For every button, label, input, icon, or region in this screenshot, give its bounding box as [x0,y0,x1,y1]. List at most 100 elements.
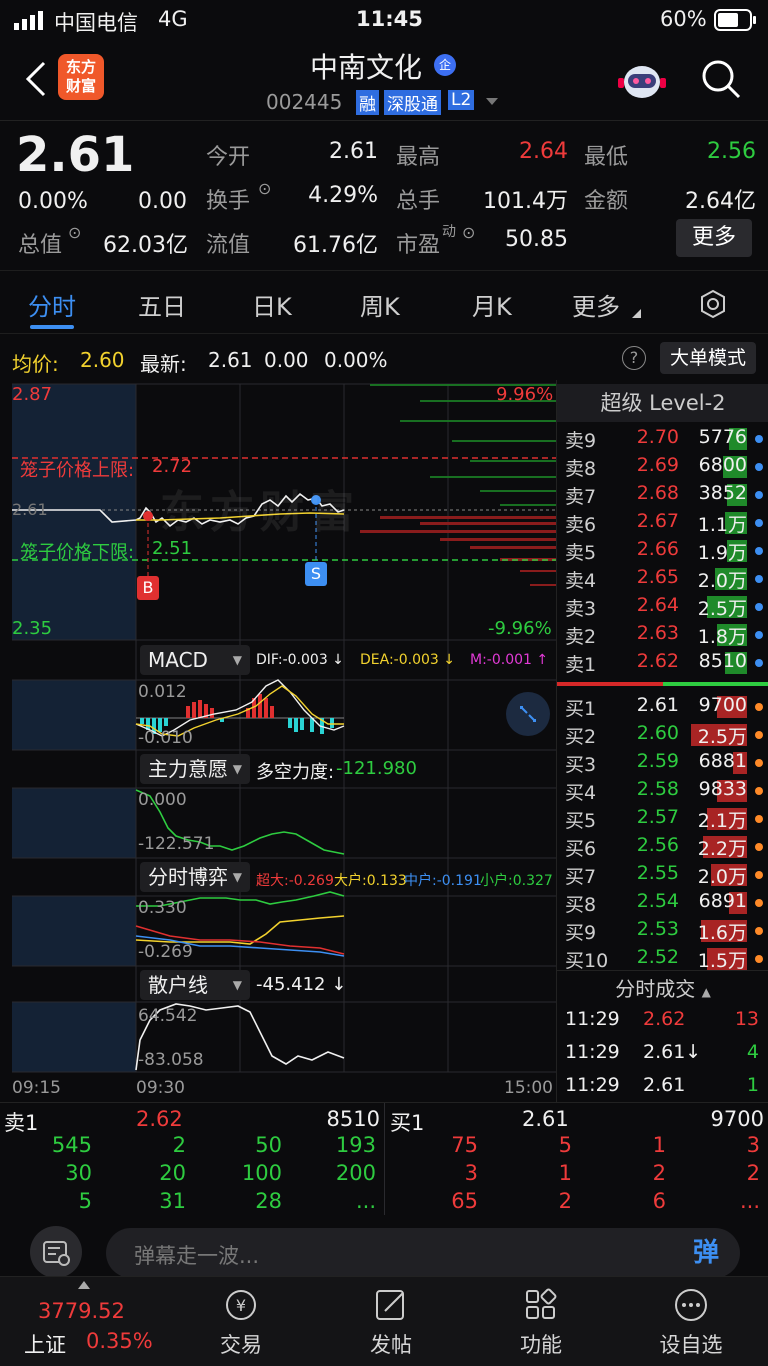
ask-dot [755,575,763,583]
tab-daily-k[interactable]: 日K [252,287,292,322]
bid-level: 买7 [565,866,597,888]
danmu-input[interactable]: 弹幕走一波... 弹 [106,1228,740,1278]
ask-row[interactable]: 卖6 2.67 1.1万 [557,508,768,536]
danmu-toggle-button[interactable]: 弹 [678,1232,734,1274]
game-selector[interactable]: 分时博弈 ▼ [140,862,250,892]
ask-row[interactable]: 卖4 2.65 2.0万 [557,564,768,592]
trade-volume: 13 [734,1008,759,1030]
big-order-mode-button[interactable]: 大单模式 [660,342,756,374]
bid-queue-cell: 2 [652,1161,666,1185]
ask-row[interactable]: 卖1 2.62 8510 [557,648,768,676]
ask-row[interactable]: 卖8 2.69 6800 [557,452,768,480]
add-watchlist-tab[interactable]: 设自选 [636,1287,746,1359]
bid-row[interactable]: 买8 2.54 6891 [557,888,768,916]
tab-more[interactable]: 更多 [572,287,620,322]
ask-level: 卖6 [565,514,597,536]
ask-row[interactable]: 卖7 2.68 3852 [557,480,768,508]
trades-header[interactable]: 分时成交 ▲ [557,970,768,1006]
lower-limit-value: 2.51 [152,538,193,559]
macd-m: M:-0.001 ↑ [470,652,549,668]
battery-percent: 60% [660,7,707,31]
bid-row[interactable]: 买7 2.55 2.0万 [557,860,768,888]
bid-dot [755,703,763,711]
ask-row[interactable]: 卖2 2.63 1.8万 [557,620,768,648]
bid-volume: 1.5万 [697,950,747,972]
lower-limit-label: 笼子价格下限: [20,542,135,563]
index-name[interactable]: 上证 [24,1329,66,1359]
upper-limit-value: 2.72 [152,456,193,477]
trade-time: 11:29 [565,1041,620,1063]
features-tab[interactable]: 功能 [486,1287,596,1359]
bid-row[interactable]: 买10 2.52 1.5万 [557,944,768,972]
macd-selector[interactable]: MACD ▼ [140,645,250,675]
retail-top: 64.542 [138,1006,198,1026]
ask-row[interactable]: 卖9 2.70 5776 [557,424,768,452]
ask-volume: 1.8万 [697,626,747,648]
bid-level: 买10 [565,950,609,972]
tab-five-day[interactable]: 五日 [138,287,186,322]
app-logo[interactable]: 东方 财富 [58,54,104,100]
post-tab[interactable]: 发帖 [336,1287,446,1359]
index-pct[interactable]: 0.35% [86,1329,153,1353]
trade-icon: ¥ [226,1290,256,1320]
long-short-value: -121.980 [336,758,417,779]
ask1-price: 2.62 [136,1107,183,1131]
bid-volume: 2.0万 [697,866,747,888]
info-icon[interactable]: ⊙ [68,223,81,242]
game-top: 0.330 [138,898,187,918]
bid-row[interactable]: 买5 2.57 2.1万 [557,804,768,832]
trade-volume: 4 [746,1041,759,1063]
gear-icon[interactable] [698,289,728,319]
bid-price: 2.58 [636,778,679,800]
bid-row[interactable]: 买9 2.53 1.6万 [557,916,768,944]
collapse-arrow-icon[interactable] [78,1281,90,1289]
info-icon[interactable]: ⊙ [258,179,271,198]
more-button[interactable]: 更多 [676,219,752,257]
tab-intraday[interactable]: 分时 [28,287,76,322]
level2-title[interactable]: 超级 Level-2 [557,384,768,422]
ask-price: 2.68 [636,482,679,504]
clock: 11:45 [356,7,423,31]
expand-icon[interactable] [506,692,550,736]
ask-row[interactable]: 卖3 2.64 2.5万 [557,592,768,620]
tab-weekly-k[interactable]: 周K [360,287,400,322]
ask-price: 2.65 [636,566,679,588]
tab-monthly-k[interactable]: 月K [472,287,512,322]
bid-row[interactable]: 买2 2.60 2.5万 [557,720,768,748]
back-icon[interactable] [24,60,48,98]
bid-row[interactable]: 买1 2.61 9700 [557,692,768,720]
bid-queue-cell: ... [739,1189,760,1213]
ask-queue-cell: 545 [51,1133,92,1157]
change-amount: 0.00 [138,189,187,214]
bid-row[interactable]: 买6 2.56 2.2万 [557,832,768,860]
index-value[interactable]: 3779.52 [38,1299,125,1323]
trade-price: 2.62 [643,1008,686,1030]
sell-marker[interactable]: S [305,562,327,586]
chevron-down-icon[interactable] [486,98,498,106]
main-force-selector[interactable]: 主力意愿 ▼ [140,754,250,784]
danmu-settings-icon[interactable] [30,1226,82,1278]
trade-tab[interactable]: ¥ 交易 [186,1287,296,1359]
ask-bid-divider-red [557,682,663,686]
bid1-price: 2.61 [522,1107,569,1131]
buy-marker[interactable]: B [137,576,159,600]
bid-row[interactable]: 买3 2.59 6881 [557,748,768,776]
status-bar: 中国电信 4G 11:45 60% [0,0,768,40]
search-icon[interactable] [700,58,742,100]
bid-row[interactable]: 买4 2.58 9833 [557,776,768,804]
ask-dot [755,519,763,527]
ask-level: 卖5 [565,542,597,564]
retail-line-selector[interactable]: 散户线 ▼ [140,970,250,1000]
intraday-chart[interactable]: 东方财富 2.87 2.35 9.96% -9.96% 2.61 笼子价格上限:… [0,380,556,1102]
bid-dot [755,955,763,963]
help-icon[interactable]: ? [622,346,646,370]
bid-volume: 2.5万 [697,726,747,748]
robot-assistant-icon[interactable] [618,58,666,102]
order-queue: 卖1 2.62 8510 买1 2.61 9700 545 2 50 193 30 20 1… [0,1102,768,1215]
bid-dot [755,731,763,739]
super-large-value: 超大:-0.269 [256,873,334,889]
ask-row[interactable]: 卖5 2.66 1.9万 [557,536,768,564]
info-icon[interactable]: ⊙ [462,223,475,242]
ask-queue-cell: 31 [159,1189,186,1213]
level2-panel: 超级 Level-2 卖9 2.70 5776 卖8 2.69 6800 卖7 … [556,380,768,1102]
